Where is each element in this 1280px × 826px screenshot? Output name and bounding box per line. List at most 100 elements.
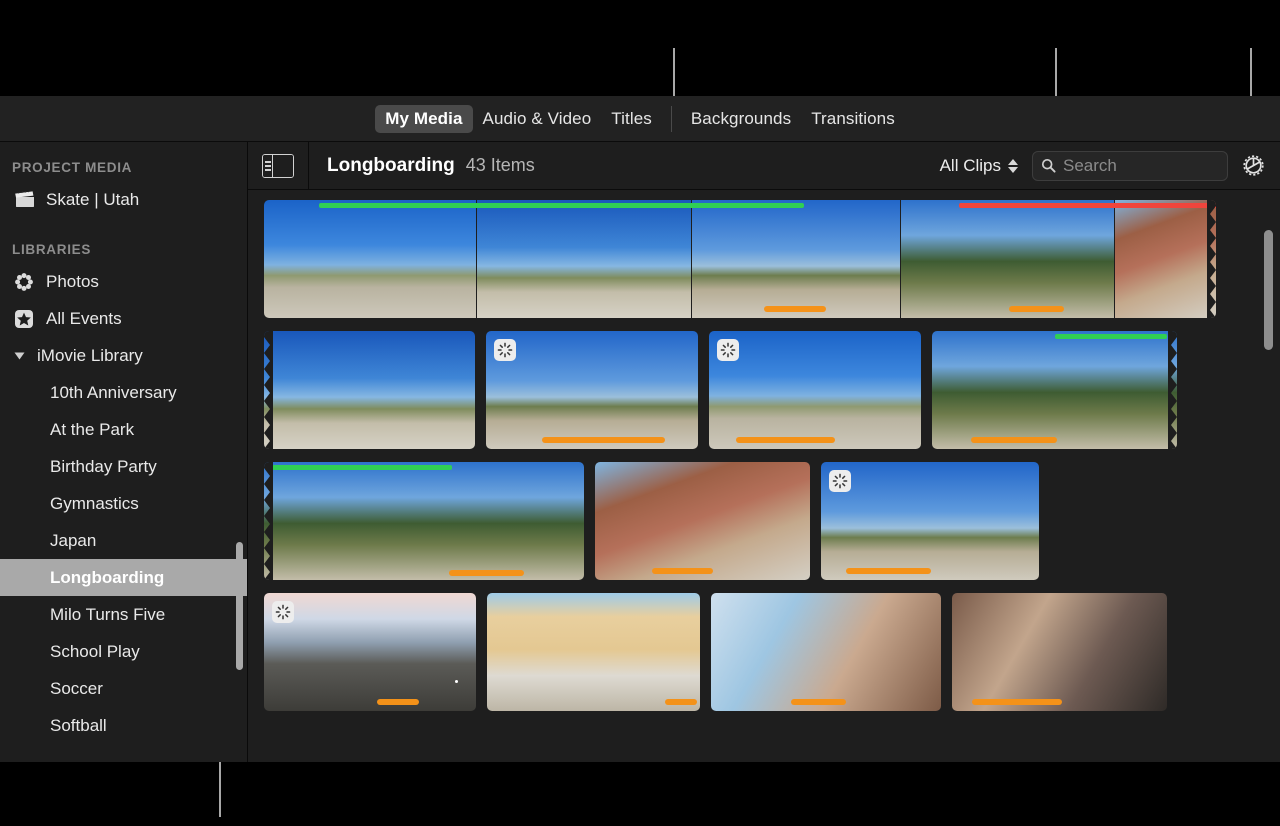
sidebar-item-birthday-party[interactable]: Birthday Party [0,448,247,485]
rejected-marker[interactable] [959,203,1216,208]
sidebar-item-label: 10th Anniversary [50,382,177,402]
longboarding-clip-5[interactable] [932,331,1177,449]
tab-my-media[interactable]: My Media [375,104,473,133]
photos-flower-icon [12,271,36,293]
page-title: Longboarding [327,154,455,176]
longboarding-clip-1[interactable] [264,200,1216,318]
favorite-marker[interactable] [272,465,452,470]
imovie-window: My Media Audio & Video Titles Background… [0,96,1280,762]
filter-popup-label[interactable]: All Clips [940,156,1001,176]
sidebar-item-label: All Events [46,308,122,328]
sidebar-item-label: Japan [50,530,97,550]
favorite-marker[interactable] [319,203,804,208]
analysis-progress-bar [449,570,524,576]
sidebar-item-japan[interactable]: Japan [0,522,247,559]
sidebar-item-label: At the Park [50,419,135,439]
analysis-progress-bar [972,699,1062,705]
longboarding-clip-12[interactable] [952,593,1167,711]
sidebar-item-10th-anniversary[interactable]: 10th Anniversary [0,374,247,411]
libraries-sidebar[interactable]: PROJECT MEDIA Skate | Utah LIBRARIES Pho… [0,142,248,762]
favorite-marker[interactable] [1055,334,1167,339]
filmstrip-frame [901,200,1114,318]
sidebar-toggle-icon[interactable] [262,153,294,178]
clip-row [264,200,1280,318]
search-icon [1041,158,1056,173]
grid-scrollbar-thumb[interactable] [1264,230,1273,350]
sidebar-item-milo-turns-five[interactable]: Milo Turns Five [0,596,247,633]
sidebar-item-label: Milo Turns Five [50,604,166,624]
frame-dot-marker [455,680,458,683]
sidebar-header-project-media: PROJECT MEDIA [12,160,133,175]
sidebar-item-gymnastics[interactable]: Gymnastics [0,485,247,522]
up-down-chevron-icon[interactable] [1008,158,1018,173]
sidebar-item-soccer[interactable]: Soccer [0,670,247,707]
longboarding-clip-8[interactable] [821,462,1039,580]
analysis-progress-bar [791,699,846,705]
filmstrip-right-edge-icon [1207,200,1216,318]
gear-icon[interactable] [1234,152,1272,179]
sidebar-item-longboarding[interactable]: Longboarding [0,559,247,596]
analysis-progress-bar [971,437,1057,443]
longboarding-clip-6[interactable] [264,462,584,580]
filmstrip-left-edge-icon [264,331,273,449]
clip-row [264,462,1280,580]
star-square-icon [12,308,36,330]
longboarding-clip-7[interactable] [595,462,810,580]
sidebar-item-at-the-park[interactable]: At the Park [0,411,247,448]
item-count: 43 Items [465,155,535,175]
loading-spinner-icon [494,339,516,361]
tab-audio-video[interactable]: Audio & Video [473,105,602,133]
loading-spinner-icon [717,339,739,361]
tab-divider [670,105,672,132]
sidebar-item-photos[interactable]: Photos [0,263,247,300]
disclosure-triangle-icon[interactable] [14,352,25,359]
sidebar-item-label: School Play [50,641,140,661]
analysis-progress-bar [764,306,826,312]
longboarding-clip-3[interactable] [486,331,698,449]
loading-spinner-icon [272,601,294,623]
sidebar-item-label: Soccer [50,678,103,698]
analysis-progress-bar [665,699,697,705]
tab-list: My Media Audio & Video Titles Background… [375,104,905,133]
longboarding-clip-2[interactable] [264,331,475,449]
filmstrip-frame [1115,200,1216,318]
analysis-progress-bar [736,437,835,443]
window-body: PROJECT MEDIA Skate | Utah LIBRARIES Pho… [0,141,1280,762]
filmstrip-right-edge-icon [1168,331,1177,449]
longboarding-clip-11[interactable] [711,593,941,711]
filmstrip-frame [692,200,900,318]
longboarding-clip-9[interactable] [264,593,476,711]
analysis-progress-bar [1009,306,1064,312]
tab-transitions[interactable]: Transitions [801,105,905,133]
sidebar-item-softball[interactable]: Softball [0,707,247,744]
sidebar-item-imovie-library[interactable]: iMovie Library [0,337,247,374]
sidebar-item-school-play[interactable]: School Play [0,633,247,670]
clip-row [264,593,1280,711]
sidebar-scrollbar-thumb[interactable] [236,542,243,670]
analysis-progress-bar [377,699,419,705]
filmstrip-left-edge-icon [264,462,273,580]
longboarding-clip-4[interactable] [709,331,921,449]
sidebar-item-all-events[interactable]: All Events [0,300,247,337]
screenshot-root: My Media Audio & Video Titles Background… [0,0,1280,826]
analysis-progress-bar [846,568,931,574]
sidebar-item-label: Longboarding [50,567,165,587]
filmstrip-frame [477,200,691,318]
sidebar-item-label: Skate | Utah [46,189,140,209]
sidebar-item-skate-utah[interactable]: Skate | Utah [0,181,247,218]
search-input[interactable]: Search [1032,150,1228,181]
tab-titles[interactable]: Titles [601,105,662,133]
clip-row [264,331,1280,449]
clapperboard-icon [12,189,36,211]
search-placeholder: Search [1063,155,1117,175]
clip-grid[interactable] [248,190,1280,762]
sidebar-header-libraries: LIBRARIES [12,242,92,257]
sidebar-item-label: Photos [46,271,99,291]
analysis-progress-bar [542,437,665,443]
filmstrip-frame [264,200,476,318]
loading-spinner-icon [829,470,851,492]
tab-backgrounds[interactable]: Backgrounds [681,105,801,133]
sidebar-item-label: Gymnastics [50,493,139,513]
longboarding-clip-10[interactable] [487,593,700,711]
